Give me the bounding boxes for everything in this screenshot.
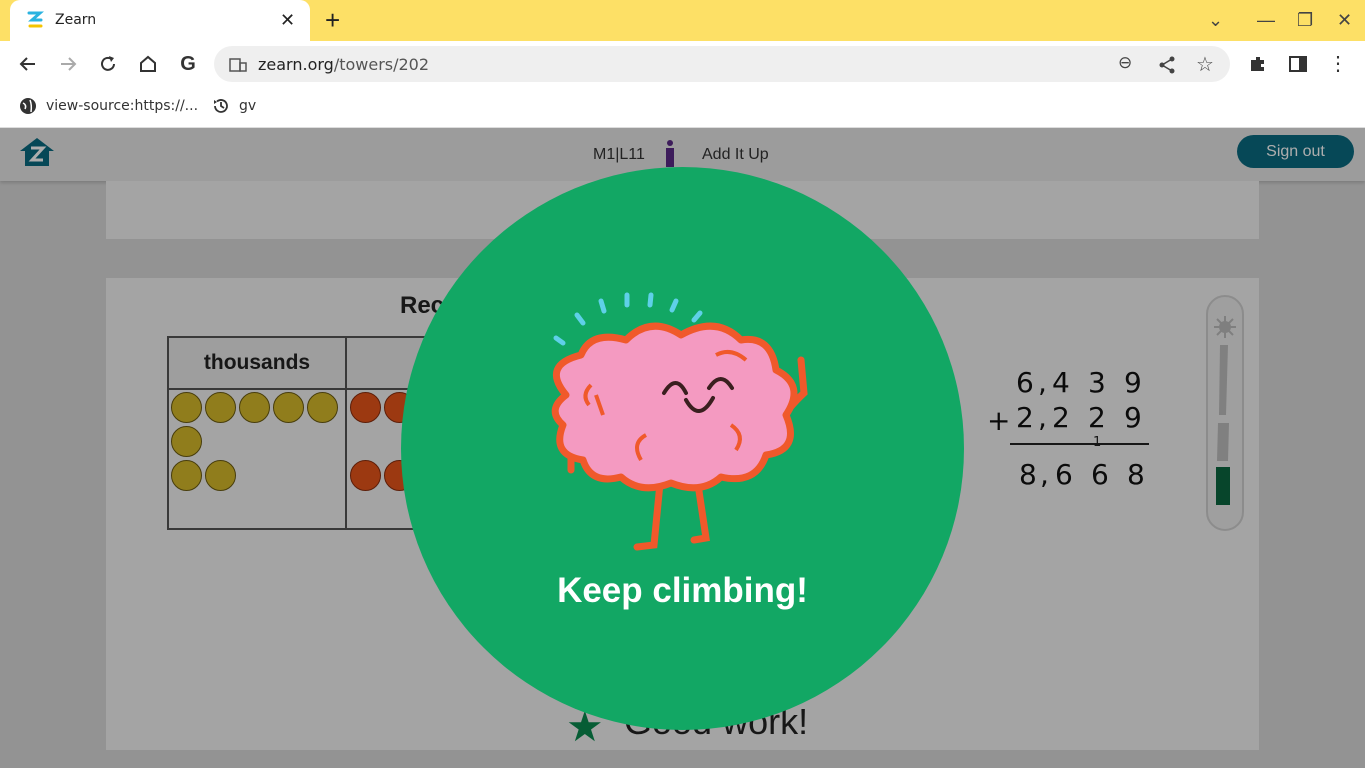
bookmark-label: view-source:https://...: [46, 98, 199, 114]
tab-strip: Zearn ✕ + ⌄ — ❐ ✕: [0, 0, 1365, 41]
bookmark-label: gv: [239, 98, 257, 114]
bookmarks-bar: view-source:https://... gv: [0, 87, 1365, 128]
restore-icon[interactable]: ❐: [1297, 8, 1313, 32]
close-tab-icon[interactable]: ✕: [280, 9, 295, 31]
bookmark-star-icon[interactable]: ☆: [1196, 52, 1214, 77]
side-panel-icon[interactable]: [1285, 51, 1311, 77]
forward-icon[interactable]: [55, 51, 81, 77]
bookmark-gv[interactable]: gv: [212, 97, 256, 115]
reload-icon[interactable]: [95, 51, 121, 77]
brain-mascot-icon: [551, 292, 808, 551]
back-icon[interactable]: [15, 51, 41, 77]
google-icon[interactable]: G: [175, 51, 201, 77]
url-text: zearn.org/towers/202: [258, 55, 429, 74]
address-bar[interactable]: zearn.org/towers/202 ⊖ ☆: [214, 46, 1230, 82]
tab-title: Zearn: [55, 12, 97, 28]
url-host: zearn.org: [258, 55, 334, 74]
celebration-modal[interactable]: Keep climbing!: [401, 167, 964, 730]
minimize-icon[interactable]: —: [1257, 8, 1275, 32]
extensions-icon[interactable]: [1245, 51, 1271, 77]
menu-icon[interactable]: ⋮: [1325, 51, 1351, 77]
zoom-icon[interactable]: ⊖: [1118, 53, 1132, 73]
home-icon[interactable]: [135, 51, 161, 77]
globe-icon: [20, 98, 36, 114]
browser-toolbar: G zearn.org/towers/202 ⊖ ☆ ⋮: [0, 41, 1365, 87]
browser-tab[interactable]: Zearn ✕: [10, 0, 310, 41]
share-icon[interactable]: [1158, 56, 1176, 74]
tab-search-icon[interactable]: ⌄: [1208, 8, 1223, 32]
history-icon: [214, 99, 228, 113]
bookmark-view-source[interactable]: view-source:https://...: [19, 97, 198, 115]
site-info-icon[interactable]: [229, 56, 247, 72]
url-path: /towers/202: [333, 55, 430, 74]
new-tab-icon[interactable]: +: [325, 6, 340, 34]
zearn-favicon-icon: [27, 11, 44, 28]
celebration-message: Keep climbing!: [557, 571, 808, 610]
close-window-icon[interactable]: ✕: [1337, 8, 1352, 32]
